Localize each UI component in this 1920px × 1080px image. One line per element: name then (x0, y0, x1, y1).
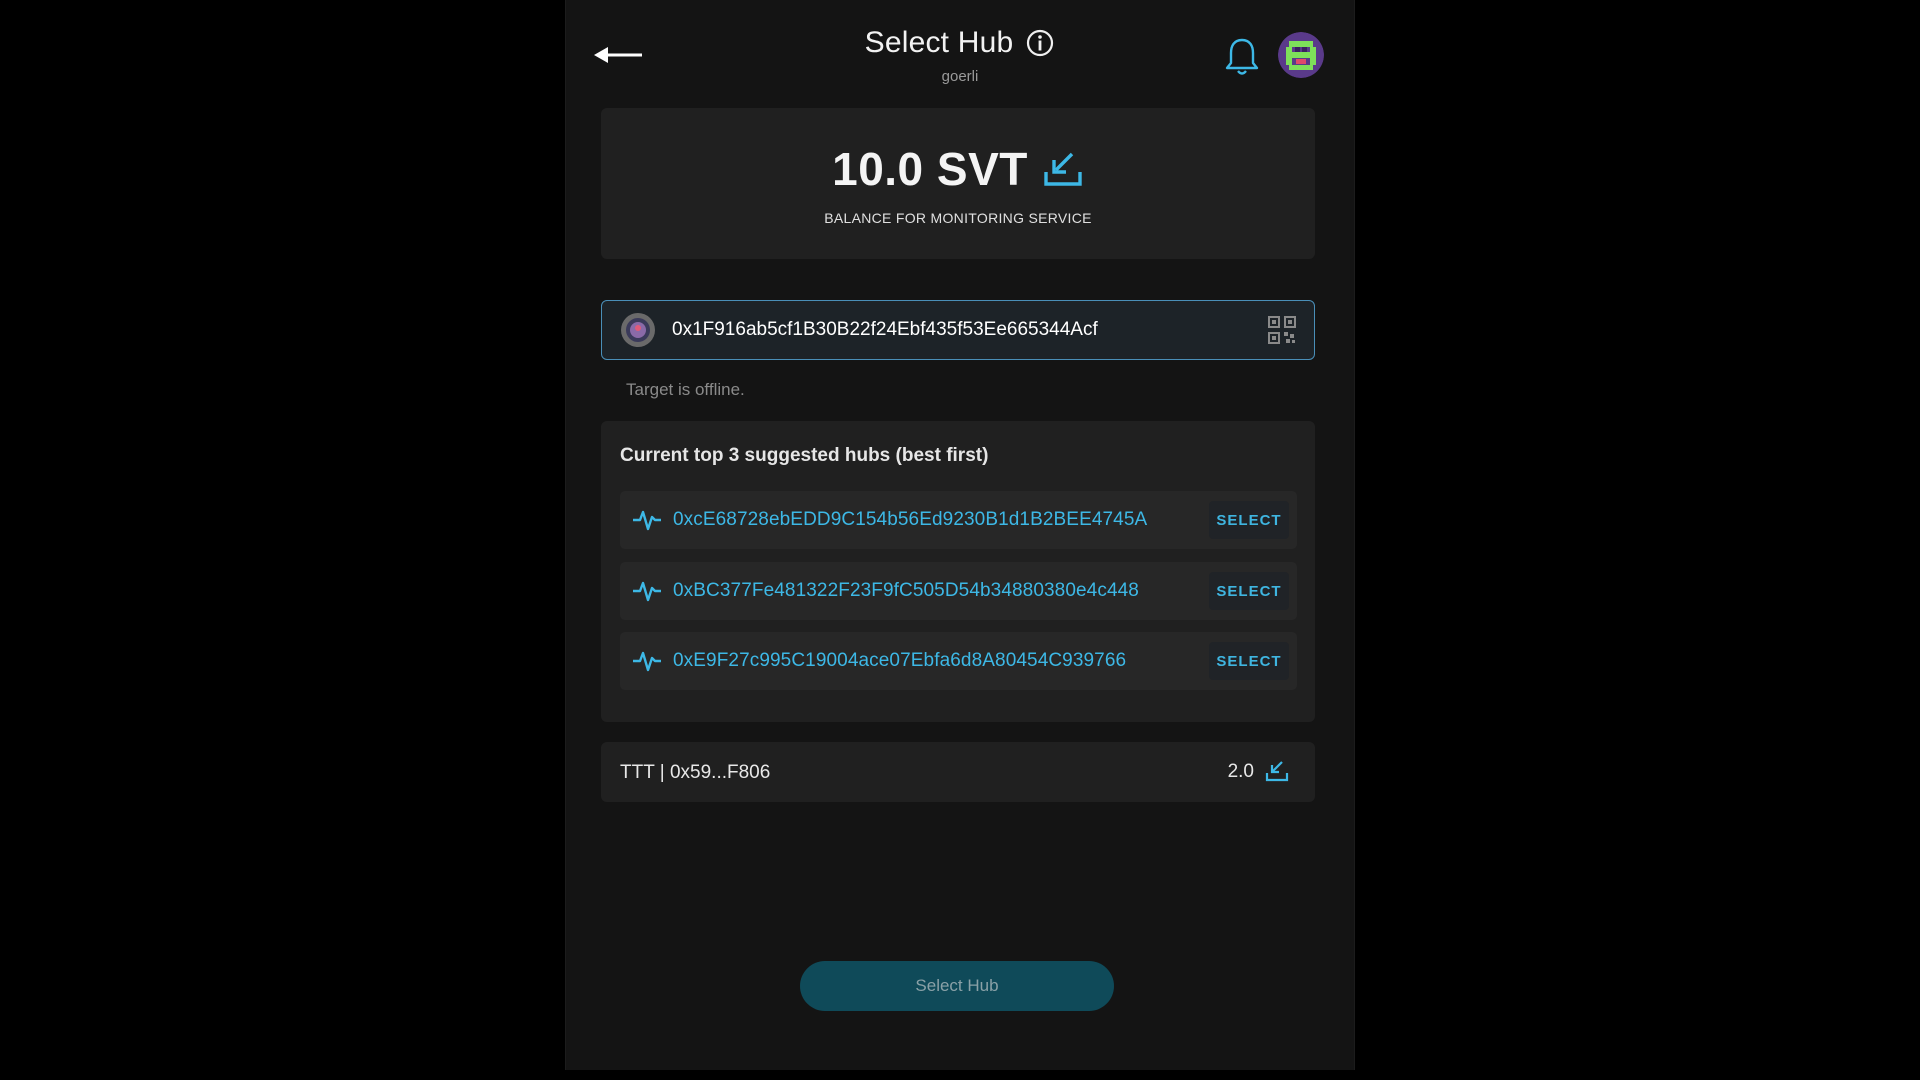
info-icon[interactable] (1025, 28, 1055, 58)
token-balance-row: TTT | 0x59...F806 2.0 (601, 742, 1315, 802)
hub-address: 0xE9F27c995C19004ace07Ebfa6d8A80454C9397… (673, 650, 1127, 671)
pulse-icon (633, 651, 661, 672)
target-address-field (601, 300, 1315, 360)
hub-row: 0xBC377Fe481322F23F9fC505D54b34880380e4c… (620, 562, 1297, 620)
hub-row: 0xcE68728ebEDD9C154b56Ed9230B1d1B2BEE474… (620, 491, 1297, 549)
qr-code-icon[interactable] (1268, 316, 1296, 344)
target-status-text: Target is offline. (626, 380, 745, 399)
balance-amount: 10.0 SVT (832, 143, 1028, 195)
app-window: Select Hub goerli 10.0 SVT BALANCE FOR M… (565, 0, 1355, 1070)
select-hub-3-button[interactable]: SELECT (1209, 642, 1289, 680)
select-hub-button[interactable]: Select Hub (800, 961, 1114, 1011)
select-hub-2-button[interactable]: SELECT (1209, 572, 1289, 610)
hub-row: 0xE9F27c995C19004ace07Ebfa6d8A80454C9397… (620, 632, 1297, 690)
token-label: TTT | 0x59...F806 (620, 762, 771, 783)
balance-caption: BALANCE FOR MONITORING SERVICE (824, 210, 1092, 226)
hub-address: 0xcE68728ebEDD9C154b56Ed9230B1d1B2BEE474… (673, 509, 1148, 530)
deposit-icon[interactable] (1265, 759, 1289, 783)
deposit-icon[interactable] (1042, 148, 1084, 190)
address-avatar-icon (621, 313, 655, 347)
avatar[interactable] (1278, 32, 1324, 78)
suggested-hubs-card: Current top 3 suggested hubs (best first… (601, 421, 1315, 722)
pulse-icon (633, 510, 661, 531)
hub-address: 0xBC377Fe481322F23F9fC505D54b34880380e4c… (673, 580, 1139, 601)
bell-icon[interactable] (1223, 36, 1261, 78)
select-hub-1-button[interactable]: SELECT (1209, 501, 1289, 539)
target-address-input[interactable] (672, 319, 1268, 341)
suggested-hubs-title: Current top 3 suggested hubs (best first… (620, 445, 989, 466)
pulse-icon (633, 581, 661, 602)
header: Select Hub goerli (566, 0, 1354, 100)
token-amount: 2.0 (1227, 761, 1254, 782)
balance-card: 10.0 SVT BALANCE FOR MONITORING SERVICE (601, 108, 1315, 259)
page-title: Select Hub (864, 26, 1014, 59)
